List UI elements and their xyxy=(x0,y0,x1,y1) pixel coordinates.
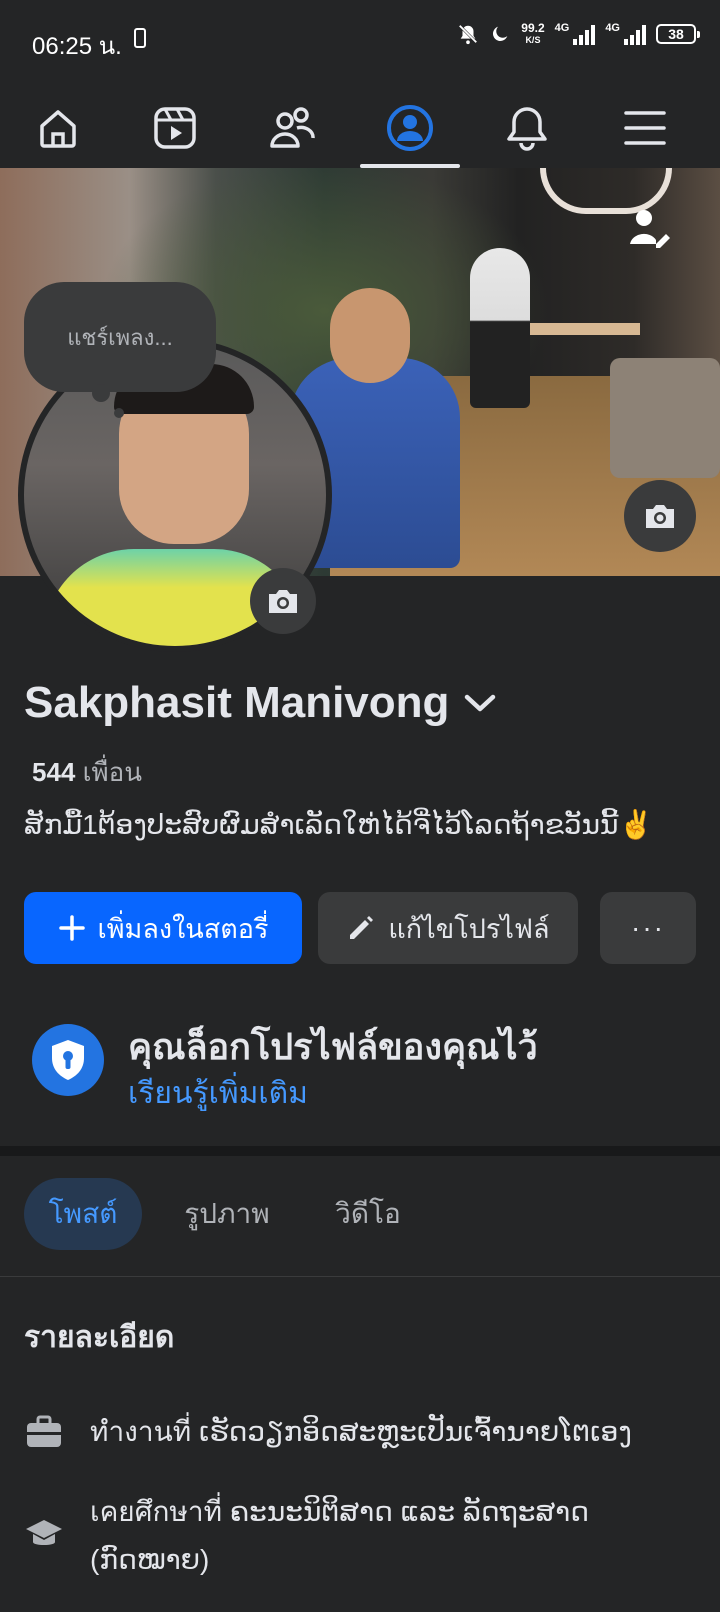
pencil-icon xyxy=(350,916,374,939)
add-story-label: เพิ่มลงในสตอรี่ xyxy=(97,913,269,944)
profile-name: Sakphasit Manivong xyxy=(24,678,450,727)
battery-icon: 38 xyxy=(656,24,700,44)
camera-icon xyxy=(646,505,674,528)
battery-level: 38 xyxy=(668,26,684,42)
tab-videos[interactable]: วิดีโอ xyxy=(316,1178,420,1250)
more-options-button[interactable]: ··· xyxy=(600,892,696,964)
cover-camera-button[interactable] xyxy=(624,480,696,552)
detail-education-text: เคยศึกษาที่ ຄະນະນິຕິສາດ ແລະ ລັດຖະສາດ (ກົ… xyxy=(90,1496,589,1575)
network-type-1: 4G xyxy=(554,22,570,34)
bell-icon xyxy=(507,107,547,151)
lock-badge xyxy=(32,1024,104,1096)
home-icon xyxy=(40,110,76,148)
note-placeholder: แชร์เพลง... xyxy=(67,324,173,350)
learn-more-link[interactable]: เรียนรู้เพิ่มเติม xyxy=(128,1070,308,1117)
status-time: 06:25 น. xyxy=(32,33,122,60)
note-bubble[interactable]: แชร์เพลง... xyxy=(24,282,216,392)
tab-posts-label: โพสต์ xyxy=(48,1198,118,1229)
nav-reels[interactable] xyxy=(125,88,225,168)
signal-icon xyxy=(573,23,596,45)
tab-photos[interactable]: รูปภาพ xyxy=(168,1178,286,1250)
edit-profile-label: แก้ไขโปรไฟล์ xyxy=(388,913,550,944)
sim-icon xyxy=(134,28,146,48)
briefcase-icon xyxy=(27,1415,61,1447)
friend-settings-button[interactable] xyxy=(628,206,672,255)
section-divider xyxy=(0,1146,720,1156)
more-icon: ··· xyxy=(631,912,665,943)
cover-table xyxy=(530,323,640,335)
status-icons: 99.2 K/S 4G 4G 38 xyxy=(457,22,700,46)
network-type-2: 4G xyxy=(605,22,620,34)
detail-work: ทำงานที่ ເຮັດວຽກອິດສະຫຼະເປັນເຈົ້ານາຍໂຕເອ… xyxy=(24,1408,704,1464)
menu-icon xyxy=(624,111,666,145)
tabs-divider xyxy=(0,1276,720,1277)
camera-icon xyxy=(269,590,297,613)
chevron-down-icon[interactable] xyxy=(463,692,497,714)
profile-lock-card: คุณล็อกโปรไฟล์ของคุณไว้ เรียนรู้เพิ่มเติ… xyxy=(0,994,720,1144)
profile-bio: ສັກມື້1ຕ້ອງປະສົບຜົມສຳເລັດໃຫ່ໄດ້ຈີ່ໄວ້ໂລດ… xyxy=(24,809,654,840)
lock-title: คุณล็อกโปรไฟล์ของคุณไว้ xyxy=(128,1026,538,1067)
nav-notifications[interactable] xyxy=(477,88,577,168)
note-bubble-tail xyxy=(92,384,110,402)
details-title: รายละเอียด xyxy=(24,1321,175,1354)
status-bar: 06:25 น. 99.2 K/S 4G 4G 38 xyxy=(0,0,720,80)
cover-chair xyxy=(610,358,720,478)
cover-person-head xyxy=(330,288,410,383)
profile-name-row[interactable]: Sakphasit Manivong xyxy=(24,678,497,728)
plus-icon xyxy=(58,915,85,941)
reels-icon xyxy=(154,107,196,149)
friends-icon xyxy=(270,107,315,148)
net-speed-unit: K/S xyxy=(525,35,541,45)
profile-tabs: โพสต์ รูปภาพ วิดีโอ xyxy=(0,1156,720,1256)
top-nav xyxy=(0,88,720,169)
tab-videos-label: วิดีโอ xyxy=(335,1198,401,1229)
detail-work-text: ทำงานที่ ເຮັດວຽກອິດສະຫຼະເປັນເຈົ້ານາຍໂຕເອ… xyxy=(90,1416,632,1447)
edit-profile-button[interactable]: แก้ไขโปรไฟล์ xyxy=(318,892,578,964)
person-edit-icon xyxy=(630,210,670,248)
profile-icon xyxy=(387,105,433,151)
moon-icon xyxy=(493,26,508,42)
signal-icon xyxy=(624,23,646,45)
note-bubble-tail-small xyxy=(114,408,124,418)
nav-friends[interactable] xyxy=(242,88,342,168)
nav-menu[interactable] xyxy=(595,88,695,168)
graduation-cap-icon xyxy=(26,1520,62,1545)
friends-label: เพื่อน xyxy=(82,757,143,787)
friends-count-line[interactable]: 544 เพื่อน xyxy=(32,752,142,793)
tab-posts[interactable]: โพสต์ xyxy=(24,1178,142,1250)
net-speed-value: 99.2 xyxy=(521,21,545,35)
muted-bell-icon xyxy=(459,24,478,45)
tab-photos-label: รูปภาพ xyxy=(184,1198,270,1229)
nav-home[interactable] xyxy=(8,88,108,168)
friends-count: 544 xyxy=(32,757,76,787)
avatar-camera-button[interactable] xyxy=(250,568,316,634)
detail-education: เคยศึกษาที่ ຄະນະນິຕິສາດ ແລະ ລັດຖະສາດ (ກົ… xyxy=(24,1488,704,1588)
cover-person-background xyxy=(470,248,530,408)
net-speed: 99.2 K/S xyxy=(521,22,544,46)
shield-lock-icon xyxy=(52,1040,84,1080)
add-story-button[interactable]: เพิ่มลงในสตอรี่ xyxy=(24,892,302,964)
nav-profile[interactable] xyxy=(360,88,460,168)
